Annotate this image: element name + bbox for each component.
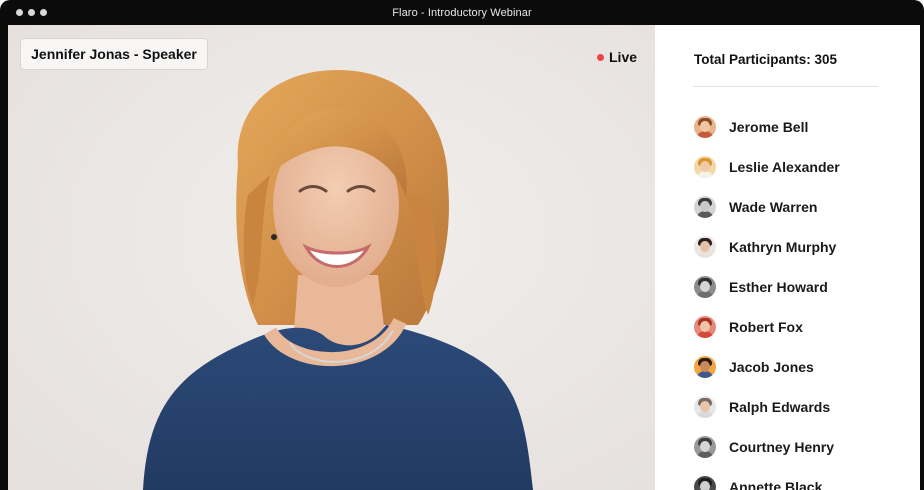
- participant-item[interactable]: Ralph Edwards: [694, 387, 840, 427]
- avatar-shirt: [696, 171, 714, 178]
- participants-list: Jerome Bell Leslie Alexander Wade Warren Ka…: [694, 107, 840, 490]
- avatar: [694, 276, 716, 298]
- avatar: [694, 116, 716, 138]
- avatar-shirt: [696, 131, 714, 138]
- avatar-face: [700, 361, 710, 372]
- participant-item[interactable]: Esther Howard: [694, 267, 840, 307]
- avatar: [694, 436, 716, 458]
- avatar: [694, 356, 716, 378]
- avatar-face: [700, 401, 710, 412]
- avatar-shirt: [696, 371, 714, 378]
- avatar-shirt: [696, 291, 714, 298]
- avatar-face: [700, 241, 710, 252]
- window-minimize-dot[interactable]: [28, 9, 35, 16]
- avatar: [694, 236, 716, 258]
- participant-name: Leslie Alexander: [729, 159, 840, 175]
- speaker-name-label: Jennifer Jonas - Speaker: [31, 46, 197, 62]
- live-label: Live: [609, 49, 638, 65]
- avatar: [694, 156, 716, 178]
- participant-name: Courtney Henry: [729, 439, 835, 455]
- participant-item[interactable]: Robert Fox: [694, 307, 840, 347]
- avatar-shirt: [696, 211, 714, 218]
- avatar-shirt: [696, 451, 714, 458]
- avatar: [694, 196, 716, 218]
- participant-name: Annette Black: [729, 479, 823, 490]
- participant-item[interactable]: Kathryn Murphy: [694, 227, 840, 267]
- participants-panel: Total Participants: 305 Jerome Bell Lesli…: [655, 25, 920, 490]
- participant-name: Esther Howard: [729, 279, 828, 295]
- speaker-earring: [271, 234, 277, 240]
- participant-item[interactable]: Wade Warren: [694, 187, 840, 227]
- avatar-shirt: [696, 251, 714, 258]
- avatar: [694, 476, 716, 490]
- participant-name: Wade Warren: [729, 199, 818, 215]
- avatar-shirt: [696, 331, 714, 338]
- avatar-face: [700, 201, 710, 212]
- participant-item[interactable]: Jerome Bell: [694, 107, 840, 147]
- participant-item[interactable]: Jacob Jones: [694, 347, 840, 387]
- participant-item[interactable]: Leslie Alexander: [694, 147, 840, 187]
- avatar-face: [700, 321, 710, 332]
- speaker-video-frame: [8, 25, 655, 490]
- app-window: Flaro - Introductory Webinar Jennifer Jo…: [0, 0, 924, 490]
- window-controls: [16, 9, 47, 16]
- live-dot-icon: [597, 53, 604, 61]
- participant-name: Jacob Jones: [729, 359, 814, 375]
- speaker-name-badge: Jennifer Jonas - Speaker: [20, 38, 208, 70]
- participant-item[interactable]: Courtney Henry: [694, 427, 840, 467]
- participants-count-heading: Total Participants: 305: [694, 52, 838, 67]
- participant-item[interactable]: Annette Black: [694, 467, 840, 490]
- avatar-shirt: [696, 411, 714, 418]
- window-close-dot[interactable]: [16, 9, 23, 16]
- participant-name: Robert Fox: [729, 319, 803, 335]
- participant-name: Ralph Edwards: [729, 399, 831, 415]
- avatar: [694, 316, 716, 338]
- window-title: Flaro - Introductory Webinar: [392, 6, 532, 19]
- avatar: [694, 396, 716, 418]
- avatar-face: [700, 121, 710, 132]
- participant-name: Kathryn Murphy: [729, 239, 837, 255]
- participant-name: Jerome Bell: [729, 119, 809, 135]
- speaker-video[interactable]: Jennifer Jonas - Speaker Live: [8, 25, 655, 490]
- avatar-face: [700, 281, 710, 292]
- participants-divider: [693, 86, 878, 87]
- avatar-face: [700, 441, 710, 452]
- avatar-face: [700, 161, 710, 172]
- window-maximize-dot[interactable]: [40, 9, 47, 16]
- live-indicator: Live: [597, 49, 637, 65]
- title-bar: Flaro - Introductory Webinar: [0, 0, 924, 25]
- avatar-face: [700, 481, 710, 490]
